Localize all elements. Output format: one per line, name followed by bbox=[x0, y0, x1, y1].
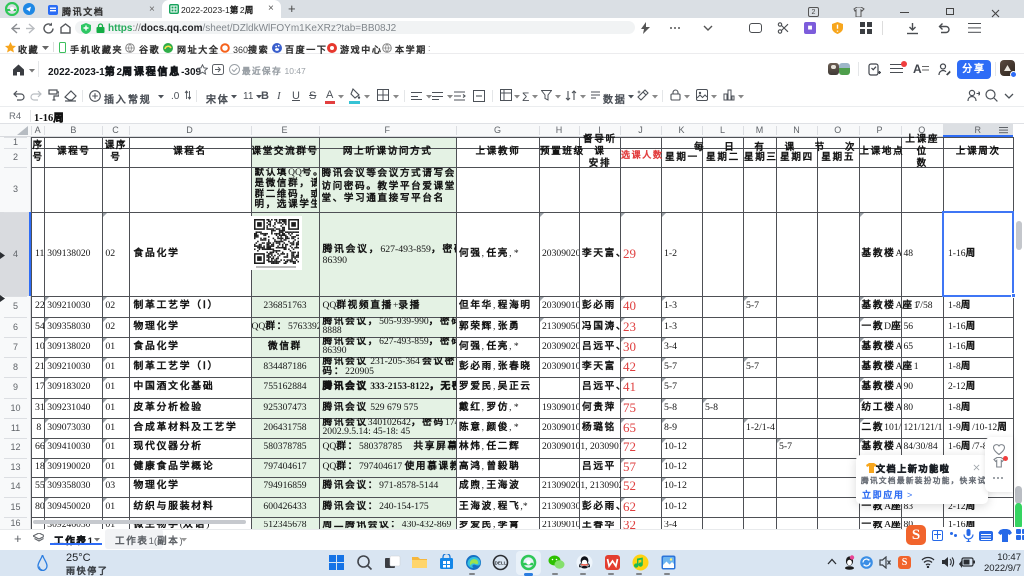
svg-text:DELL: DELL bbox=[495, 561, 507, 566]
